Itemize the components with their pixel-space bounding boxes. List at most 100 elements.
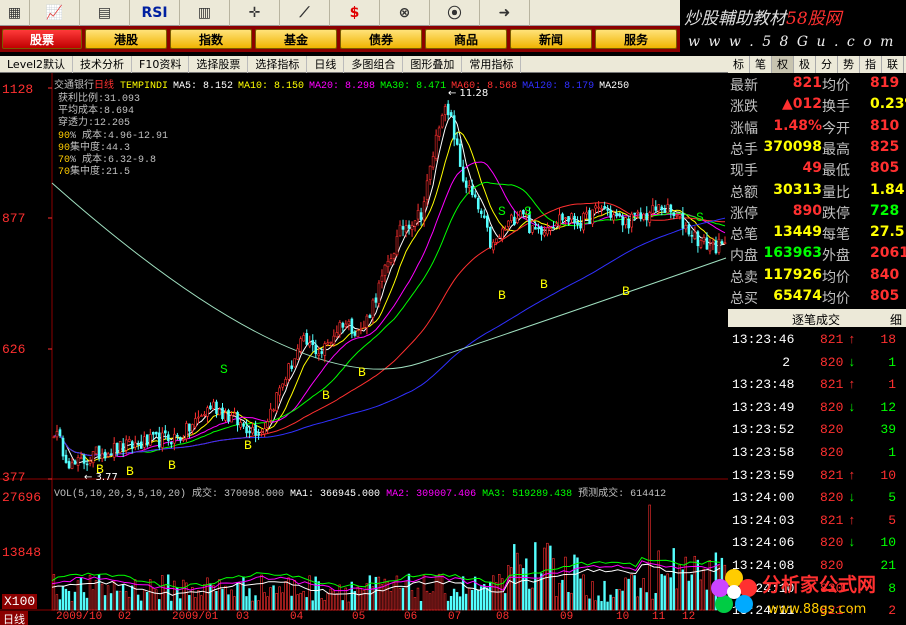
function-item-3[interactable]: 选择股票 [189, 55, 249, 73]
volume-bar [236, 582, 239, 611]
candle-body [287, 363, 290, 380]
chip-value: :12.205 [88, 118, 131, 130]
volume-bar [70, 601, 74, 611]
volume-bar [699, 579, 703, 611]
chip-value: :21.5 [100, 167, 131, 179]
candle-body [209, 405, 212, 410]
candle-body [398, 224, 402, 237]
tick-row: 2 820 ↓ 1 [728, 352, 906, 374]
volume-bar [425, 590, 429, 611]
candle-body [260, 431, 263, 433]
tick-detail-button[interactable]: 细 [890, 311, 902, 328]
candle-body [170, 442, 173, 445]
link-icon: ⊗ [398, 5, 411, 21]
volume-bar [630, 574, 633, 611]
link-button[interactable]: ⊗ [380, 0, 430, 26]
quote-label: 现手 [730, 163, 758, 180]
volume-bar [296, 594, 299, 611]
app-button[interactable]: ▦ [0, 0, 30, 26]
volume-bar [579, 578, 582, 611]
volume-bar [413, 597, 417, 611]
function-item-8[interactable]: 常用指标 [462, 55, 522, 73]
volume-bar [534, 542, 537, 611]
candle-body [446, 103, 450, 116]
candle-body [455, 138, 459, 145]
quote-row: 内盘 163963外盘 206135 [728, 243, 906, 264]
table-icon: ▥ [197, 5, 212, 21]
candle-body [419, 212, 423, 221]
toolbar-button[interactable]: RSI [130, 0, 180, 26]
quote-tab-2[interactable]: 权 [772, 56, 794, 73]
volume-bar [278, 586, 281, 611]
volume-bar [269, 587, 272, 611]
binoculars-button[interactable]: ⦿ [430, 0, 480, 26]
candle-body [182, 439, 185, 441]
volume-bar [684, 556, 687, 611]
candle-body [359, 328, 363, 331]
nav-tab-7[interactable]: 服务 [595, 29, 678, 49]
function-item-0[interactable]: Level2默认 [0, 55, 74, 73]
quote-label: 跌停 [822, 205, 850, 222]
nav-tab-6[interactable]: 新闻 [510, 29, 593, 49]
volume-bar [519, 564, 522, 611]
tick-header[interactable]: 逐笔成交 细 [728, 309, 906, 327]
quote-tab-0[interactable]: 标 [728, 56, 750, 73]
logo-url: w w w . 5 8 G u . c o m [688, 34, 896, 50]
function-item-6[interactable]: 多图组合 [344, 55, 404, 73]
app-icon: ▦ [7, 5, 22, 21]
buy-sell-signals: B B BBBBBB BSS S S← 11.28← 3.77 [84, 88, 704, 483]
volume-bar [639, 587, 642, 611]
chip-key: 获利比例 [58, 94, 98, 105]
function-item-2[interactable]: F10资料 [132, 55, 190, 73]
crosshair-button[interactable]: ✛ [230, 0, 280, 26]
table-button[interactable]: ▥ [180, 0, 230, 26]
candle-body [714, 240, 718, 254]
buy-signal: B [358, 365, 366, 380]
ruler-button[interactable]: ⟋ [280, 0, 330, 26]
quote-row: 总笔 13449 每笔 27.5 [728, 222, 906, 243]
nav-tab-5[interactable]: 商品 [425, 29, 508, 49]
ma-label: MA60: 8.568 [451, 81, 518, 92]
nav-tab-0[interactable]: 股票 [2, 29, 83, 49]
candle-body [248, 430, 251, 434]
quote-tab-1[interactable]: 笔 [750, 56, 772, 73]
function-item-1[interactable]: 技术分析 [73, 55, 133, 73]
nav-tab-2[interactable]: 指数 [170, 29, 253, 49]
quote-tab-4[interactable]: 分 [816, 56, 838, 73]
volume-bar [127, 596, 131, 611]
quote-value: ▲012 [782, 96, 822, 113]
quote-tab-5[interactable]: 势 [838, 56, 860, 73]
chart-button[interactable]: 📈 [30, 0, 80, 26]
candle-body [723, 242, 727, 245]
volume-bar [368, 575, 372, 611]
quote-tab-7[interactable]: 联 [882, 56, 904, 73]
tick-time: 2 [782, 354, 790, 370]
volume-bar [669, 577, 672, 611]
candle-body [651, 205, 655, 214]
volume-bar [510, 567, 513, 611]
toolbar-button[interactable]: $ [330, 0, 380, 26]
quote-tab-6[interactable]: 指 [860, 56, 882, 73]
candle-body [467, 185, 471, 188]
function-item-4[interactable]: 选择指标 [248, 55, 308, 73]
nav-tab-3[interactable]: 基金 [255, 29, 338, 49]
arrow-button[interactable]: ➜ [480, 0, 530, 26]
volume-bar [585, 595, 588, 611]
candle-body [227, 410, 230, 422]
nav-tab-4[interactable]: 债券 [340, 29, 423, 49]
quote-tab-3[interactable]: 极 [794, 56, 816, 73]
volume-bar [64, 588, 68, 611]
nav-tab-1[interactable]: 港股 [85, 29, 168, 49]
candle-body [579, 222, 582, 229]
tick-row: 13:23:59 821 ↑ 10 [728, 465, 906, 487]
function-item-7[interactable]: 图形叠加 [403, 55, 463, 73]
candle-body [130, 441, 134, 449]
candle-body [281, 383, 284, 388]
candle-body [145, 434, 149, 446]
grid-button[interactable]: ▤ [80, 0, 130, 26]
candle-body [383, 264, 387, 276]
candle-body [347, 321, 351, 325]
tick-time: 13:23:46 [732, 332, 795, 347]
function-item-5[interactable]: 日线 [307, 55, 345, 73]
candle-body [218, 408, 221, 416]
